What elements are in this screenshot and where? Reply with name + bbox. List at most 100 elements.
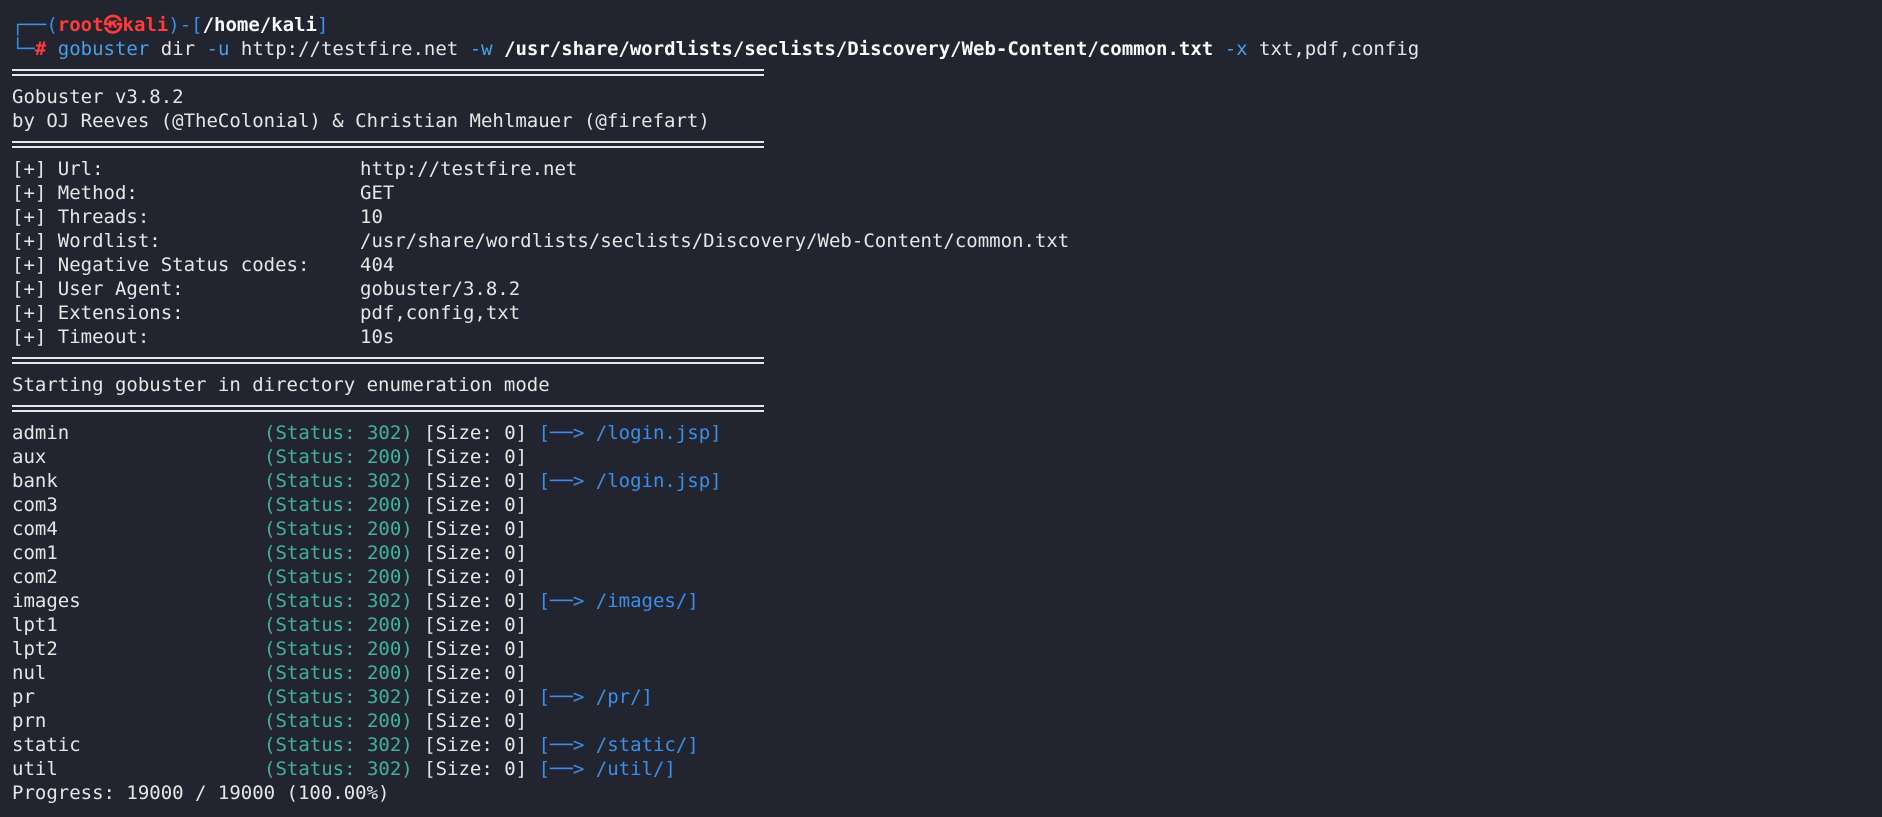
separator — [12, 133, 1872, 157]
prompt-frame-mid: )-[ — [168, 14, 203, 36]
result-redirect: [──> /login.jsp] — [538, 422, 722, 444]
result-path: images — [12, 590, 81, 612]
result-path: static — [12, 734, 81, 756]
command-line[interactable]: └─# gobuster dir -u http://testfire.net … — [12, 37, 1872, 61]
command-flag-w: -w — [469, 38, 493, 60]
config-value: gobuster/3.8.2 — [360, 278, 521, 300]
config-value: 404 — [360, 254, 395, 276]
result-row: prn (Status: 200) [Size: 0] — [12, 709, 1872, 733]
prompt-frame-top: ┌──( — [12, 14, 58, 36]
prompt-user: root㉿kali — [57, 14, 169, 36]
config-label: [+] Method: — [12, 182, 138, 204]
result-path: nul — [12, 662, 47, 684]
result-size: [Size: 0] — [424, 710, 528, 732]
result-row: images (Status: 302) [Size: 0] [──> /imag… — [12, 589, 1872, 613]
result-redirect: [──> /util/] — [538, 758, 676, 780]
result-size: [Size: 0] — [424, 542, 528, 564]
config-value: GET — [360, 182, 395, 204]
config-row: [+] Url: http://testfire.net — [12, 157, 1872, 181]
result-size: [Size: 0] — [424, 566, 528, 588]
result-row: com3 (Status: 200) [Size: 0] — [12, 493, 1872, 517]
config-label: [+] Url: — [12, 158, 104, 180]
result-size: [Size: 0] — [424, 494, 528, 516]
separator — [12, 397, 1872, 421]
progress-line: Progress: 19000 / 19000 (100.00%) — [12, 782, 390, 804]
result-size: [Size: 0] — [424, 470, 528, 492]
result-row: com4 (Status: 200) [Size: 0] — [12, 517, 1872, 541]
result-status: (Status: 302) — [264, 758, 413, 780]
result-row: lpt1 (Status: 200) [Size: 0] — [12, 613, 1872, 637]
result-status: (Status: 302) — [264, 422, 413, 444]
result-size: [Size: 0] — [424, 446, 528, 468]
results-list: admin (Status: 302) [Size: 0] [──> /login… — [12, 421, 1872, 781]
result-size: [Size: 0] — [424, 662, 528, 684]
result-path: com2 — [12, 566, 58, 588]
result-row: util (Status: 302) [Size: 0] [──> /util/] — [12, 757, 1872, 781]
config-label: [+] Negative Status codes: — [12, 254, 310, 276]
config-value: 10s — [360, 326, 395, 348]
result-size: [Size: 0] — [424, 758, 528, 780]
result-row: aux (Status: 200) [Size: 0] — [12, 445, 1872, 469]
command-flag-x: -x — [1224, 38, 1248, 60]
config-value: http://testfire.net — [360, 158, 578, 180]
banner-version: Gobuster v3.8.2 — [12, 86, 184, 108]
result-status: (Status: 302) — [264, 734, 413, 756]
terminal-window[interactable]: ┌──(root㉿kali)-[/home/kali] └─# gobuster… — [12, 13, 1872, 805]
result-size: [Size: 0] — [424, 686, 528, 708]
result-path: bank — [12, 470, 58, 492]
prompt-path: /home/kali — [202, 14, 317, 36]
config-value: 10 — [360, 206, 383, 228]
result-size: [Size: 0] — [424, 614, 528, 636]
banner-authors: by OJ Reeves (@TheColonial) & Christian … — [12, 110, 710, 132]
result-row: com1 (Status: 200) [Size: 0] — [12, 541, 1872, 565]
result-status: (Status: 200) — [264, 566, 413, 588]
config-label: [+] Threads: — [12, 206, 150, 228]
prompt-frame-end: ] — [317, 14, 329, 36]
result-status: (Status: 302) — [264, 686, 413, 708]
command-url: http://testfire.net — [240, 38, 459, 60]
result-path: util — [12, 758, 58, 780]
command-extensions: txt,pdf,config — [1259, 38, 1420, 60]
config-label: [+] Extensions: — [12, 302, 184, 324]
prompt-line-1: ┌──(root㉿kali)-[/home/kali] — [12, 13, 1872, 37]
mode-message: Starting gobuster in directory enumerati… — [12, 374, 550, 396]
result-redirect: [──> /images/] — [538, 590, 699, 612]
command-flag-u: -u — [206, 38, 230, 60]
separator — [12, 61, 1872, 85]
result-row: bank (Status: 302) [Size: 0] [──> /login.… — [12, 469, 1872, 493]
config-value: /usr/share/wordlists/seclists/Discovery/… — [360, 230, 1070, 252]
result-row: lpt2 (Status: 200) [Size: 0] — [12, 637, 1872, 661]
result-redirect: [──> /pr/] — [538, 686, 653, 708]
result-status: (Status: 200) — [264, 494, 413, 516]
prompt-hash: # — [34, 38, 47, 60]
result-row: com2 (Status: 200) [Size: 0] — [12, 565, 1872, 589]
result-path: com1 — [12, 542, 58, 564]
config-row: [+] Extensions: pdf,config,txt — [12, 301, 1872, 325]
command-subcommand: dir — [160, 38, 196, 60]
result-size: [Size: 0] — [424, 422, 528, 444]
result-status: (Status: 200) — [264, 542, 413, 564]
config-label: [+] Timeout: — [12, 326, 150, 348]
config-row: [+] User Agent: gobuster/3.8.2 — [12, 277, 1872, 301]
result-size: [Size: 0] — [424, 590, 528, 612]
config-label: [+] Wordlist: — [12, 230, 161, 252]
separator — [12, 349, 1872, 373]
config-list: [+] Url: http://testfire.net [+] Method: G… — [12, 157, 1872, 349]
config-row: [+] Wordlist: /usr/share/wordlists/seclis… — [12, 229, 1872, 253]
result-path: aux — [12, 446, 47, 468]
result-path: lpt2 — [12, 638, 58, 660]
config-row: [+] Threads: 10 — [12, 205, 1872, 229]
command-program: gobuster — [57, 38, 150, 60]
result-redirect: [──> /login.jsp] — [538, 470, 722, 492]
result-path: pr — [12, 686, 35, 708]
result-status: (Status: 200) — [264, 662, 413, 684]
config-row: [+] Negative Status codes: 404 — [12, 253, 1872, 277]
result-row: nul (Status: 200) [Size: 0] — [12, 661, 1872, 685]
result-status: (Status: 302) — [264, 470, 413, 492]
result-path: lpt1 — [12, 614, 58, 636]
command-wordlist: /usr/share/wordlists/seclists/Discovery/… — [504, 38, 1214, 60]
result-path: com3 — [12, 494, 58, 516]
result-status: (Status: 302) — [264, 590, 413, 612]
result-status: (Status: 200) — [264, 446, 413, 468]
result-row: static (Status: 302) [Size: 0] [──> /stat… — [12, 733, 1872, 757]
